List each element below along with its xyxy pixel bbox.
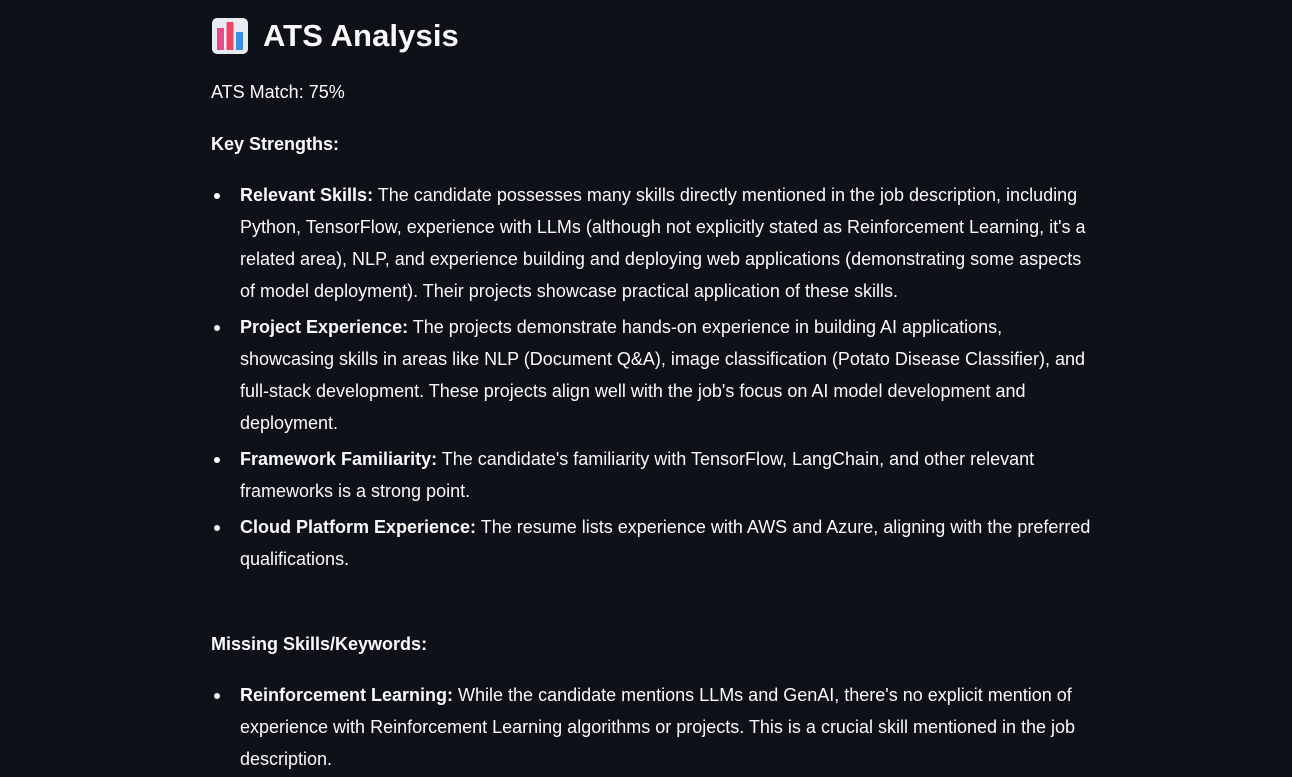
key-strengths-list: Relevant Skills: The candidate possesses… bbox=[211, 179, 1091, 579]
list-item: Framework Familiarity: The candidate's f… bbox=[211, 443, 1091, 507]
list-item: Relevant Skills: The candidate possesses… bbox=[211, 179, 1091, 307]
strength-term: Relevant Skills: bbox=[240, 185, 374, 205]
strength-term: Framework Familiarity: bbox=[240, 449, 438, 469]
missing-term: Reinforcement Learning: bbox=[240, 685, 454, 705]
missing-skills-list: Reinforcement Learning: While the candid… bbox=[211, 679, 1091, 777]
page-title: ATS Analysis bbox=[263, 18, 459, 53]
missing-skills-heading: Missing Skills/Keywords: bbox=[211, 634, 428, 654]
list-item: Cloud Platform Experience: The resume li… bbox=[211, 511, 1091, 575]
strength-term: Project Experience: bbox=[240, 317, 409, 337]
key-strengths-heading: Key Strengths: bbox=[211, 134, 340, 154]
list-item: Project Experience: The projects demonst… bbox=[211, 311, 1091, 439]
bar-chart-icon bbox=[211, 17, 249, 55]
list-item: Reinforcement Learning: While the candid… bbox=[211, 679, 1091, 775]
strength-term: Cloud Platform Experience: bbox=[240, 517, 477, 537]
ats-match-score: ATS Match: 75% bbox=[211, 82, 345, 102]
page-header: ATS Analysis bbox=[211, 14, 1091, 58]
main-content: ATS Analysis ATS Match: 75% Key Strength… bbox=[211, 14, 1091, 769]
